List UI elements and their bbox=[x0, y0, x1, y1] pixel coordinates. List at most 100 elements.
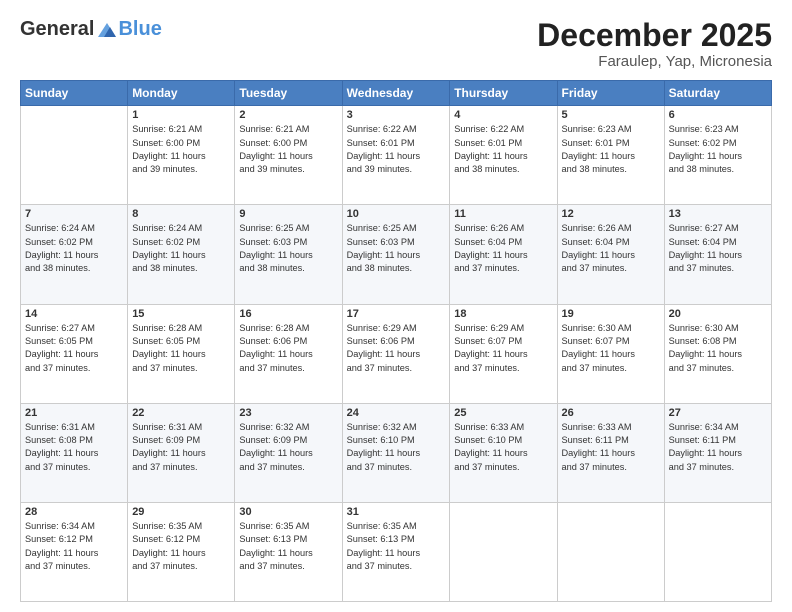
location-title: Faraulep, Yap, Micronesia bbox=[537, 53, 772, 70]
day-cell bbox=[664, 502, 771, 601]
cell-info: Sunrise: 6:22 AMSunset: 6:01 PMDaylight:… bbox=[347, 123, 446, 176]
cell-info: Sunrise: 6:30 AMSunset: 6:08 PMDaylight:… bbox=[669, 322, 767, 375]
day-cell: 28 Sunrise: 6:34 AMSunset: 6:12 PMDayligh… bbox=[21, 502, 128, 601]
day-number: 3 bbox=[347, 109, 446, 121]
cell-info: Sunrise: 6:31 AMSunset: 6:08 PMDaylight:… bbox=[25, 421, 123, 474]
day-number: 25 bbox=[454, 407, 552, 419]
day-number: 2 bbox=[239, 109, 337, 121]
month-title: December 2025 bbox=[537, 18, 772, 53]
day-cell: 23Sunrise: 6:32 AMSunset: 6:09 PMDayligh… bbox=[235, 403, 342, 502]
cell-info: Sunrise: 6:33 AMSunset: 6:10 PMDaylight:… bbox=[454, 421, 552, 474]
day-header-sunday: Sunday bbox=[21, 81, 128, 106]
day-number: 12 bbox=[562, 208, 660, 220]
day-number: 13 bbox=[669, 208, 767, 220]
cell-info: Sunrise: 6:25 AMSunset: 6:03 PMDaylight:… bbox=[347, 222, 446, 275]
day-number: 19 bbox=[562, 308, 660, 320]
day-number: 6 bbox=[669, 109, 767, 121]
day-number: 22 bbox=[132, 407, 230, 419]
day-cell: 10 Sunrise: 6:25 AMSunset: 6:03 PMDayligh… bbox=[342, 205, 450, 304]
cell-info: Sunrise: 6:29 AMSunset: 6:07 PMDaylight:… bbox=[454, 322, 552, 375]
day-cell: 17 Sunrise: 6:29 AMSunset: 6:06 PMDayligh… bbox=[342, 304, 450, 403]
day-number: 15 bbox=[132, 308, 230, 320]
day-cell: 1Sunrise: 6:21 AMSunset: 6:00 PMDaylight… bbox=[128, 106, 235, 205]
day-cell: 19 Sunrise: 6:30 AMSunset: 6:07 PMDayligh… bbox=[557, 304, 664, 403]
cell-info: Sunrise: 6:35 AMSunset: 6:12 PMDaylight:… bbox=[132, 520, 230, 573]
day-cell: 18Sunrise: 6:29 AMSunset: 6:07 PMDayligh… bbox=[450, 304, 557, 403]
day-cell: 16 Sunrise: 6:28 AMSunset: 6:06 PMDayligh… bbox=[235, 304, 342, 403]
cell-info: Sunrise: 6:22 AMSunset: 6:01 PMDaylight:… bbox=[454, 123, 552, 176]
day-number: 30 bbox=[239, 506, 337, 518]
week-row-3: 14 Sunrise: 6:27 AMSunset: 6:05 PMDayligh… bbox=[21, 304, 772, 403]
day-cell: 6 Sunrise: 6:23 AMSunset: 6:02 PMDaylight… bbox=[664, 106, 771, 205]
day-cell: 25 Sunrise: 6:33 AMSunset: 6:10 PMDayligh… bbox=[450, 403, 557, 502]
day-header-wednesday: Wednesday bbox=[342, 81, 450, 106]
cell-info: Sunrise: 6:35 AMSunset: 6:13 PMDaylight:… bbox=[347, 520, 446, 573]
day-number: 5 bbox=[562, 109, 660, 121]
day-number: 27 bbox=[669, 407, 767, 419]
title-block: December 2025 Faraulep, Yap, Micronesia bbox=[537, 18, 772, 70]
cell-info: Sunrise: 6:24 AMSunset: 6:02 PMDaylight:… bbox=[132, 222, 230, 275]
day-header-thursday: Thursday bbox=[450, 81, 557, 106]
cell-info: Sunrise: 6:32 AMSunset: 6:10 PMDaylight:… bbox=[347, 421, 446, 474]
day-number: 14 bbox=[25, 308, 123, 320]
day-cell: 13 Sunrise: 6:27 AMSunset: 6:04 PMDayligh… bbox=[664, 205, 771, 304]
cell-info: Sunrise: 6:26 AMSunset: 6:04 PMDaylight:… bbox=[562, 222, 660, 275]
cell-info: Sunrise: 6:21 AMSunset: 6:00 PMDaylight:… bbox=[239, 123, 337, 176]
day-cell bbox=[21, 106, 128, 205]
day-cell: 26Sunrise: 6:33 AMSunset: 6:11 PMDayligh… bbox=[557, 403, 664, 502]
day-cell: 3 Sunrise: 6:22 AMSunset: 6:01 PMDaylight… bbox=[342, 106, 450, 205]
day-number: 4 bbox=[454, 109, 552, 121]
day-cell: 15 Sunrise: 6:28 AMSunset: 6:05 PMDayligh… bbox=[128, 304, 235, 403]
header: General Blue December 2025 Faraulep, Yap… bbox=[20, 18, 772, 70]
day-number: 17 bbox=[347, 308, 446, 320]
cell-info: Sunrise: 6:31 AMSunset: 6:09 PMDaylight:… bbox=[132, 421, 230, 474]
day-cell: 7 Sunrise: 6:24 AMSunset: 6:02 PMDaylight… bbox=[21, 205, 128, 304]
logo-icon bbox=[96, 19, 118, 41]
logo: General Blue bbox=[20, 18, 162, 41]
day-number: 24 bbox=[347, 407, 446, 419]
week-row-4: 21 Sunrise: 6:31 AMSunset: 6:08 PMDayligh… bbox=[21, 403, 772, 502]
day-cell: 29Sunrise: 6:35 AMSunset: 6:12 PMDayligh… bbox=[128, 502, 235, 601]
day-number: 21 bbox=[25, 407, 123, 419]
day-number: 23 bbox=[239, 407, 337, 419]
cell-info: Sunrise: 6:29 AMSunset: 6:06 PMDaylight:… bbox=[347, 322, 446, 375]
day-cell: 27 Sunrise: 6:34 AMSunset: 6:11 PMDayligh… bbox=[664, 403, 771, 502]
day-header-friday: Friday bbox=[557, 81, 664, 106]
cell-info: Sunrise: 6:28 AMSunset: 6:05 PMDaylight:… bbox=[132, 322, 230, 375]
day-cell: 11Sunrise: 6:26 AMSunset: 6:04 PMDayligh… bbox=[450, 205, 557, 304]
logo-general: General bbox=[20, 18, 94, 41]
cell-info: Sunrise: 6:28 AMSunset: 6:06 PMDaylight:… bbox=[239, 322, 337, 375]
day-cell: 30 Sunrise: 6:35 AMSunset: 6:13 PMDayligh… bbox=[235, 502, 342, 601]
cell-info: Sunrise: 6:30 AMSunset: 6:07 PMDaylight:… bbox=[562, 322, 660, 375]
cell-info: Sunrise: 6:35 AMSunset: 6:13 PMDaylight:… bbox=[239, 520, 337, 573]
header-row: SundayMondayTuesdayWednesdayThursdayFrid… bbox=[21, 81, 772, 106]
day-cell bbox=[450, 502, 557, 601]
cell-info: Sunrise: 6:24 AMSunset: 6:02 PMDaylight:… bbox=[25, 222, 123, 275]
week-row-5: 28 Sunrise: 6:34 AMSunset: 6:12 PMDayligh… bbox=[21, 502, 772, 601]
cell-info: Sunrise: 6:25 AMSunset: 6:03 PMDaylight:… bbox=[239, 222, 337, 275]
day-number: 1 bbox=[132, 109, 230, 121]
day-number: 28 bbox=[25, 506, 123, 518]
day-number: 7 bbox=[25, 208, 123, 220]
day-number: 10 bbox=[347, 208, 446, 220]
day-cell: 20Sunrise: 6:30 AMSunset: 6:08 PMDayligh… bbox=[664, 304, 771, 403]
day-header-monday: Monday bbox=[128, 81, 235, 106]
day-cell: 9Sunrise: 6:25 AMSunset: 6:03 PMDaylight… bbox=[235, 205, 342, 304]
cell-info: Sunrise: 6:23 AMSunset: 6:02 PMDaylight:… bbox=[669, 123, 767, 176]
calendar-table: SundayMondayTuesdayWednesdayThursdayFrid… bbox=[20, 80, 772, 602]
logo-text: General Blue bbox=[20, 18, 162, 41]
day-cell: 14 Sunrise: 6:27 AMSunset: 6:05 PMDayligh… bbox=[21, 304, 128, 403]
week-row-2: 7 Sunrise: 6:24 AMSunset: 6:02 PMDaylight… bbox=[21, 205, 772, 304]
day-header-saturday: Saturday bbox=[664, 81, 771, 106]
cell-info: Sunrise: 6:34 AMSunset: 6:12 PMDaylight:… bbox=[25, 520, 123, 573]
cell-info: Sunrise: 6:33 AMSunset: 6:11 PMDaylight:… bbox=[562, 421, 660, 474]
cell-info: Sunrise: 6:26 AMSunset: 6:04 PMDaylight:… bbox=[454, 222, 552, 275]
day-number: 16 bbox=[239, 308, 337, 320]
cell-info: Sunrise: 6:27 AMSunset: 6:05 PMDaylight:… bbox=[25, 322, 123, 375]
day-cell: 5Sunrise: 6:23 AMSunset: 6:01 PMDaylight… bbox=[557, 106, 664, 205]
cell-info: Sunrise: 6:34 AMSunset: 6:11 PMDaylight:… bbox=[669, 421, 767, 474]
day-cell: 8Sunrise: 6:24 AMSunset: 6:02 PMDaylight… bbox=[128, 205, 235, 304]
cell-info: Sunrise: 6:27 AMSunset: 6:04 PMDaylight:… bbox=[669, 222, 767, 275]
day-header-tuesday: Tuesday bbox=[235, 81, 342, 106]
day-cell: 4 Sunrise: 6:22 AMSunset: 6:01 PMDaylight… bbox=[450, 106, 557, 205]
